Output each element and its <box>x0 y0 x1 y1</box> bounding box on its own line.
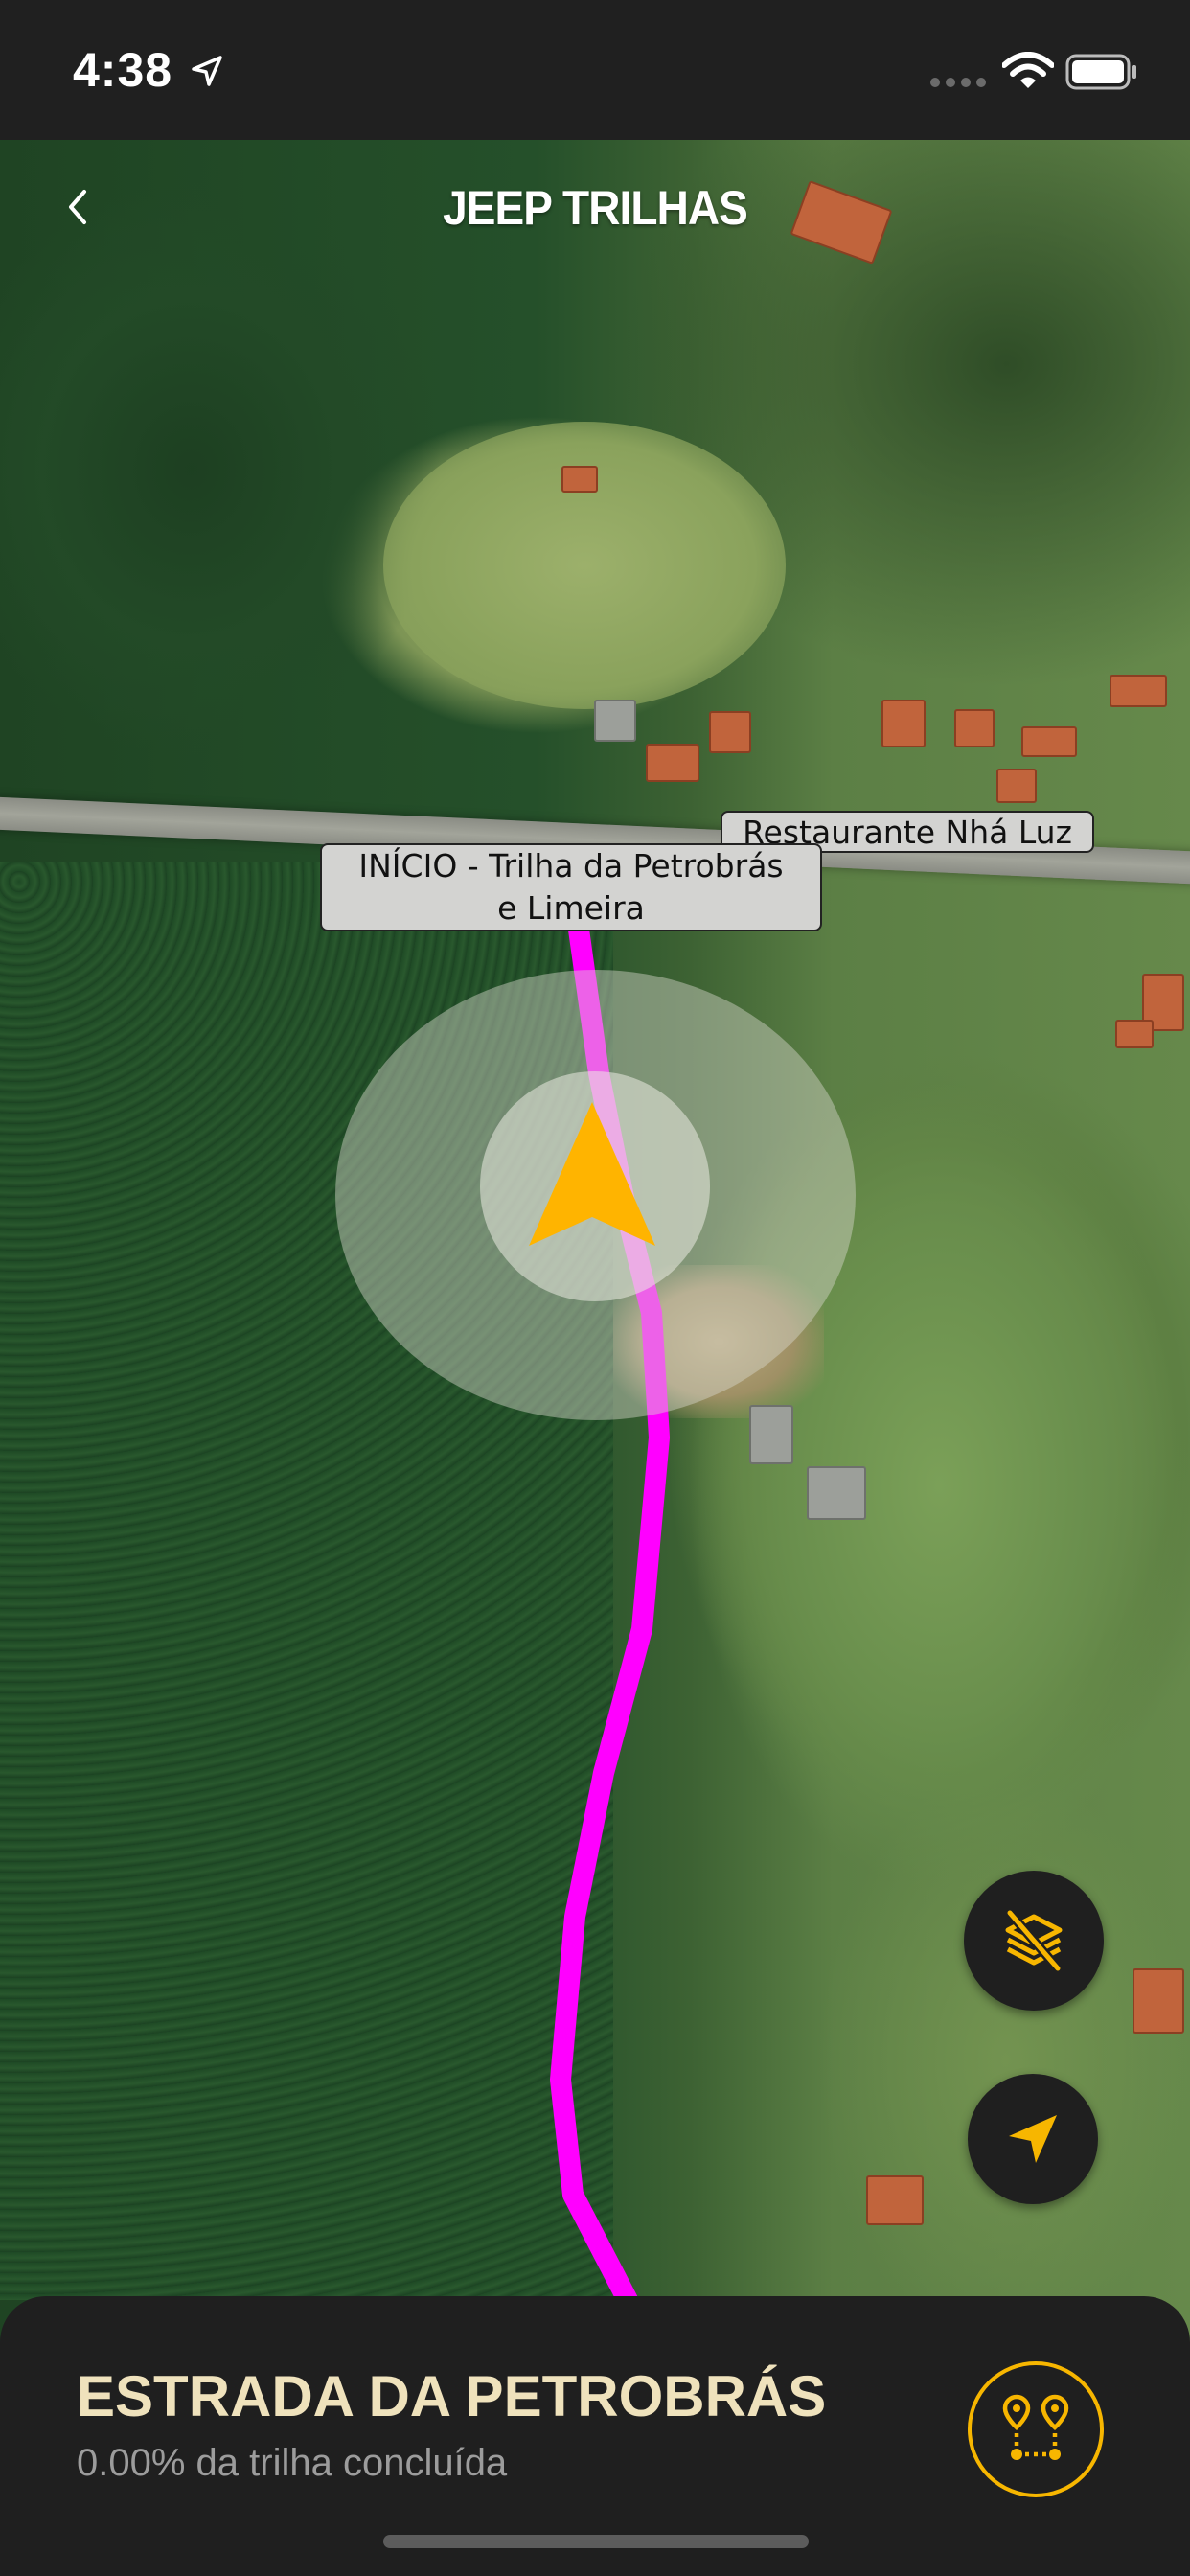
page-title: JEEP TRILHAS <box>443 181 748 235</box>
route-waypoints-button[interactable] <box>968 2361 1104 2497</box>
toggle-layers-button[interactable] <box>964 1871 1104 2011</box>
wifi-icon <box>1002 52 1054 88</box>
route-pins-icon <box>1002 2394 1069 2460</box>
location-services-icon <box>192 56 222 86</box>
battery-icon <box>1065 54 1136 90</box>
poi-label-text: e Limeira <box>497 889 645 927</box>
layers-off-icon <box>1005 1909 1063 1972</box>
screen: Restaurante Nhá Luz INÍCIO - Trilha da P… <box>0 0 1190 2576</box>
trail-title: ESTRADA DA PETROBRÁS <box>77 2364 827 2428</box>
location-arrow-icon <box>1009 2115 1057 2163</box>
nav-header: JEEP TRILHAS <box>0 140 1190 274</box>
recenter-location-button[interactable] <box>968 2074 1098 2204</box>
status-bar: 4:38 <box>0 0 1190 140</box>
cellular-signal-icon <box>930 78 986 87</box>
trail-progress-text: 0.00% da trilha concluída <box>77 2442 508 2484</box>
status-time: 4:38 <box>73 43 173 97</box>
map-poi-label-trail-start[interactable]: INÍCIO - Trilha da Petrobrás e Limeira <box>320 843 822 932</box>
navigation-arrow-icon <box>529 1102 655 1246</box>
home-indicator[interactable] <box>383 2535 809 2548</box>
poi-label-text: INÍCIO - Trilha da Petrobrás <box>358 847 784 885</box>
